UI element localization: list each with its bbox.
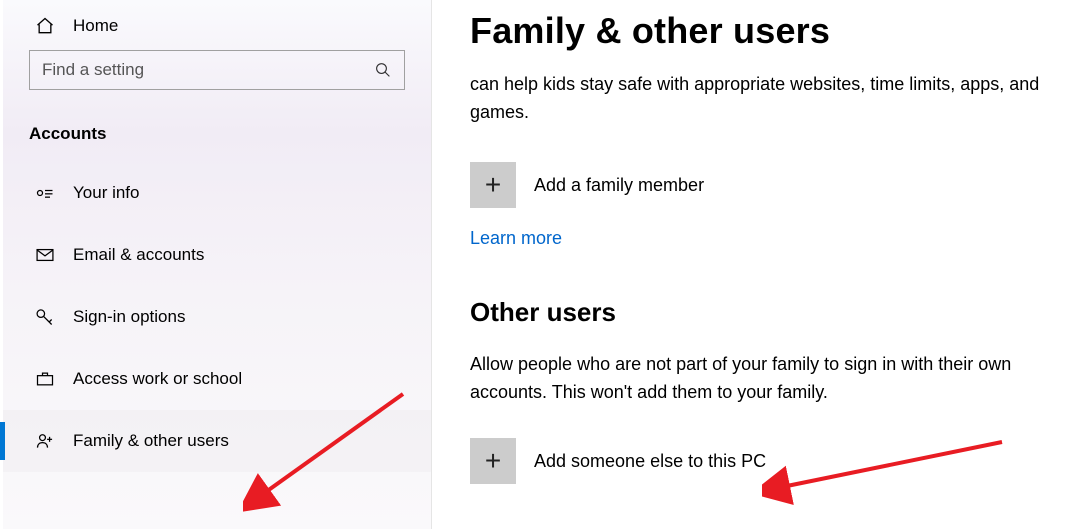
add-someone-else-label: Add someone else to this PC bbox=[534, 451, 766, 472]
sidebar-section-label: Accounts bbox=[3, 100, 431, 162]
other-users-heading: Other users bbox=[470, 297, 1060, 328]
add-family-member-label: Add a family member bbox=[534, 175, 704, 196]
sidebar-item-label: Your info bbox=[73, 183, 139, 203]
search-icon bbox=[374, 61, 392, 79]
search-input[interactable] bbox=[42, 60, 374, 80]
home-icon bbox=[35, 16, 55, 36]
key-icon bbox=[35, 307, 55, 327]
sidebar-item-family-other-users[interactable]: Family & other users bbox=[3, 410, 431, 472]
home-label: Home bbox=[73, 16, 118, 36]
sidebar-item-signin-options[interactable]: Sign-in options bbox=[3, 286, 431, 348]
family-intro-text: can help kids stay safe with appropriate… bbox=[470, 70, 1060, 126]
add-someone-else-button[interactable]: + Add someone else to this PC bbox=[470, 438, 1060, 484]
plus-icon: + bbox=[470, 438, 516, 484]
sidebar-item-label: Email & accounts bbox=[73, 245, 204, 265]
sidebar-item-your-info[interactable]: Your info bbox=[3, 162, 431, 224]
sidebar: Home Accounts Your info bbox=[0, 0, 432, 529]
briefcase-icon bbox=[35, 369, 55, 389]
card-icon bbox=[35, 183, 55, 203]
mail-icon bbox=[35, 245, 55, 265]
sidebar-item-work-school[interactable]: Access work or school bbox=[3, 348, 431, 410]
other-users-desc: Allow people who are not part of your fa… bbox=[470, 350, 1060, 406]
sidebar-item-label: Access work or school bbox=[73, 369, 242, 389]
search-input-wrap[interactable] bbox=[29, 50, 405, 90]
add-family-member-button[interactable]: + Add a family member bbox=[470, 162, 1060, 208]
person-plus-icon bbox=[35, 431, 55, 451]
learn-more-link[interactable]: Learn more bbox=[470, 228, 562, 249]
sidebar-item-label: Sign-in options bbox=[73, 307, 185, 327]
plus-icon: + bbox=[470, 162, 516, 208]
sidebar-item-label: Family & other users bbox=[73, 431, 229, 451]
main-panel: Family & other users can help kids stay … bbox=[432, 0, 1080, 529]
home-link[interactable]: Home bbox=[3, 2, 431, 50]
page-title: Family & other users bbox=[470, 10, 1060, 52]
sidebar-item-email-accounts[interactable]: Email & accounts bbox=[3, 224, 431, 286]
